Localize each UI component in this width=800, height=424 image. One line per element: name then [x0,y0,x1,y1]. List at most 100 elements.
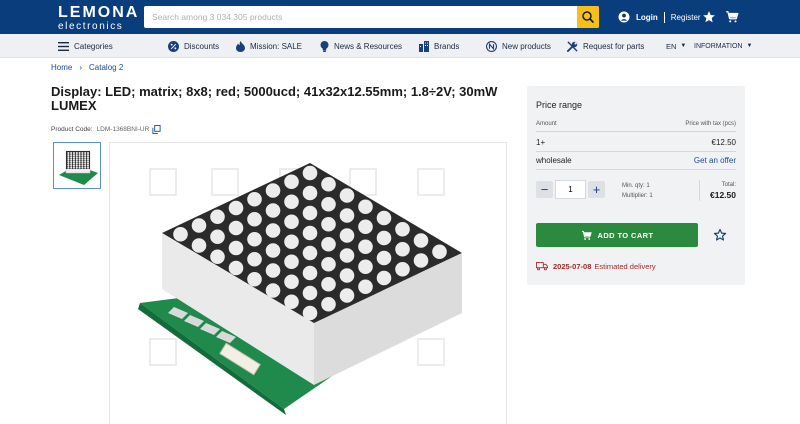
led-dot [284,234,299,250]
divider [536,151,736,152]
led-dot [302,285,318,301]
price-row-price: €12.50 [711,138,736,147]
wholesale-row: wholesale Get an offer [536,156,736,165]
logo[interactable]: LEMONA electronics [58,5,139,32]
search-button[interactable] [577,6,599,28]
logo-subtitle: electronics [58,21,124,32]
led-dot [395,221,410,237]
led-dot [265,263,281,278]
led-dot [321,216,336,232]
star-icon[interactable] [702,10,716,24]
product-image [110,143,506,424]
wrench-icon [567,40,578,52]
led-dot [86,162,90,165]
led-dot [265,183,281,198]
led-dot [265,243,281,258]
led-dot [84,164,87,167]
led-dot [84,166,87,169]
nav-categories[interactable]: Categories [58,34,113,58]
led-dot [395,241,410,257]
user-icon[interactable] [618,11,630,23]
copy-icon[interactable] [152,125,161,134]
nav-news-label: News & Resources [334,41,403,51]
led-dot [70,154,73,157]
get-offer-link[interactable]: Get an offer [694,156,736,165]
led-dot [302,165,318,181]
total-price: Total: €12.50 [710,181,736,201]
led-dot [413,233,429,248]
login-link[interactable]: Login [636,13,658,22]
led-dot [339,208,355,223]
breadcrumb-home[interactable]: Home [51,63,72,72]
breadcrumb-catalog[interactable]: Catalog 2 [89,63,123,72]
led-dot [70,162,73,165]
led-dot [210,229,225,245]
led-dot [84,156,87,159]
search-bar [144,6,599,28]
led-dot [284,214,299,230]
percent-icon [168,40,179,52]
register-link[interactable]: Register [671,13,701,22]
led-dot [70,166,73,169]
led-dot [70,152,73,155]
price-panel: Price range Amount Price with tax (pcs) … [527,86,745,285]
led-dot [86,152,90,155]
led-dot [284,274,299,290]
led-dot [67,166,70,169]
led-dot [81,164,84,167]
led-dot [339,248,355,263]
led-dot [72,158,76,161]
led-dot [78,162,81,165]
search-input[interactable] [144,6,577,28]
nav-news-resources[interactable]: News & Resources [320,34,402,58]
led-dot [86,158,90,161]
product-thumbnail[interactable] [53,142,101,189]
led-dot [321,256,336,272]
quantity-input[interactable] [555,180,586,199]
led-dot [321,276,336,292]
delivery-date: 2025-07-08 [553,261,592,271]
led-dot [67,152,70,155]
led-dot [72,162,76,165]
led-dot [72,154,76,157]
led-dot [72,160,76,163]
amount-column-header: Amount [536,121,557,127]
led-dot [247,271,262,287]
nav-new-products[interactable]: New products [486,34,551,58]
nav-request-parts[interactable]: Request for parts [567,34,644,58]
led-dot [78,152,81,155]
cart-icon[interactable] [725,10,739,24]
account-links: Login Register [618,9,701,25]
led-dot [247,231,262,247]
product-image-viewer[interactable] [109,142,507,424]
increase-quantity-button[interactable]: + [588,181,605,198]
nav-brands[interactable]: Brands [419,34,459,58]
add-to-cart-button[interactable]: ADD TO CART [536,223,698,247]
led-dot [228,220,244,236]
led-dot [72,164,76,167]
led-dot [75,166,78,169]
led-dot [81,166,84,169]
account-divider [663,11,665,23]
chevron-down-icon: ▼ [680,43,687,49]
bulb-icon [320,40,329,52]
led-dot [78,166,81,169]
led-dot [210,249,225,265]
led-dot [265,283,281,298]
led-dot [72,156,76,159]
led-dot [86,156,90,159]
nav-discounts[interactable]: Discounts [168,34,219,58]
information-menu[interactable]: INFORMATION ▼ [694,34,752,58]
led-dot [339,188,355,203]
menu-icon [58,41,69,51]
add-to-cart-label: ADD TO CART [597,230,654,240]
star-icon[interactable] [713,228,727,242]
decrease-quantity-button[interactable]: − [536,181,553,198]
led-dot [302,265,318,281]
led-dot [84,162,87,165]
led-dot [81,156,84,159]
led-dot [247,251,262,267]
nav-mission-sale[interactable]: Mission: SALE [236,34,302,58]
language-selector[interactable]: EN ▼ [666,34,686,58]
led-dot [339,288,355,303]
